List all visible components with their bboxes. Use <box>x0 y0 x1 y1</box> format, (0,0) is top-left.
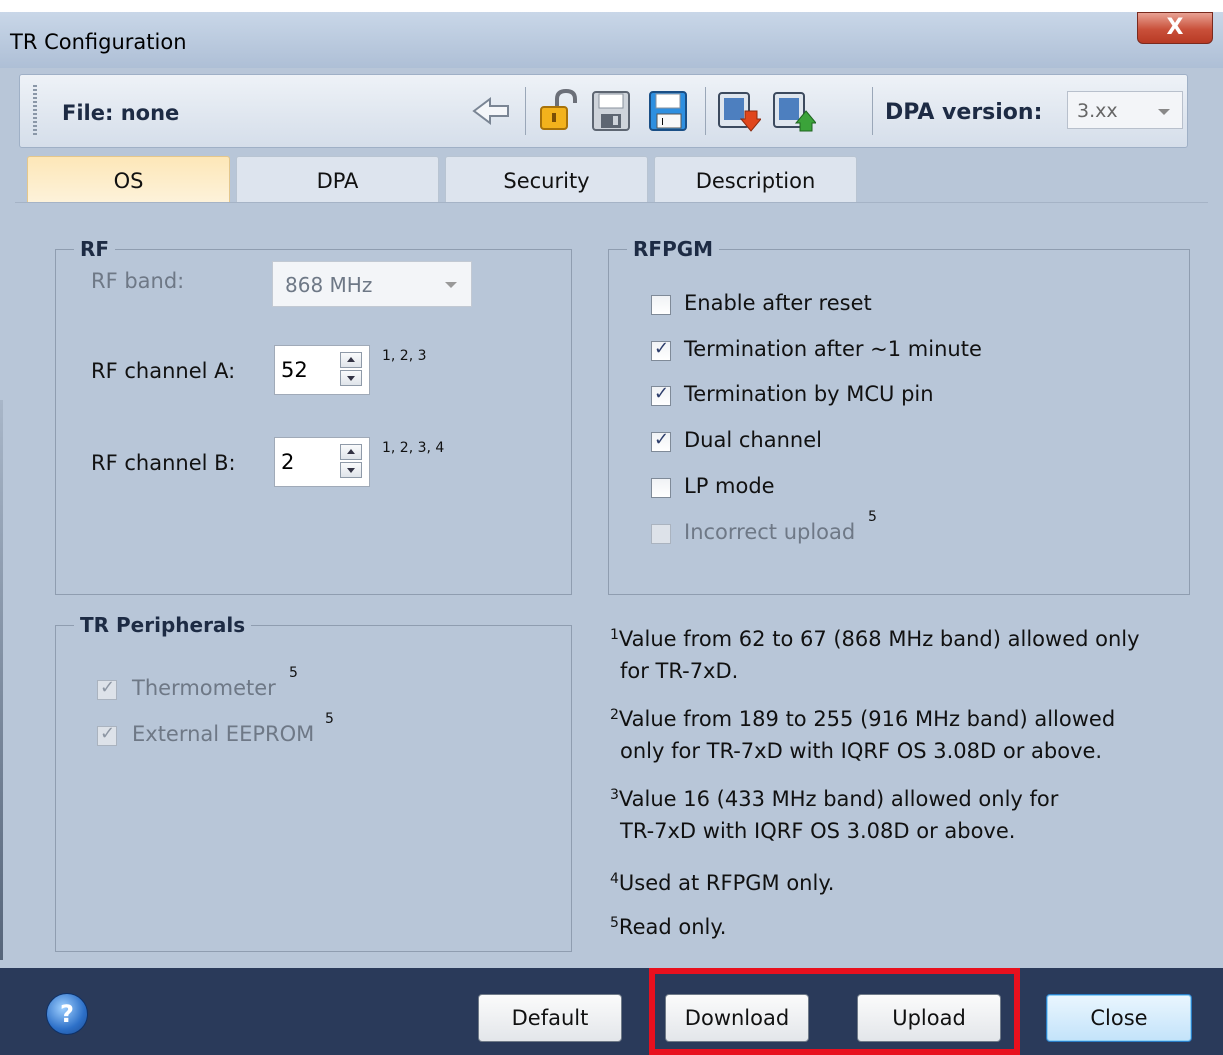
footnote-text: Used at RFPGM only. <box>618 871 835 895</box>
os-tab-panel: RF RF band: 868 MHz RF channel A: 52 1, … <box>15 202 1208 970</box>
spin-buttons <box>340 352 364 388</box>
rf-channel-a-spinbox[interactable]: 52 <box>274 345 370 395</box>
termination-after-1-minute-checkbox[interactable] <box>651 338 671 361</box>
incorrect-upload-label: Incorrect upload <box>684 520 856 544</box>
footnote-number: 5 <box>610 915 619 931</box>
footnote-text: TR-7xD with IQRF OS 3.08D or above. <box>620 819 1016 843</box>
rf-band-value: 868 MHz <box>285 273 373 297</box>
rfpgm-group-legend: RFPGM <box>633 237 714 261</box>
toolbar-separator <box>525 87 526 135</box>
incorrect-upload-footnote: 5 <box>868 509 877 525</box>
toolbar-grip[interactable] <box>33 85 37 137</box>
tab-os[interactable]: OS <box>27 156 230 206</box>
footnote-text: only for TR-7xD with IQRF OS 3.08D or ab… <box>620 739 1103 763</box>
external-eeprom-checkbox <box>97 723 117 746</box>
help-icon[interactable]: ? <box>46 993 88 1035</box>
back-arrow-icon[interactable] <box>468 89 514 133</box>
footnote-number: 3 <box>610 787 619 803</box>
toolbar: File: none I DPA version: 3.xx <box>19 74 1188 148</box>
footnote-1: 1Value from 62 to 67 (868 MHz band) allo… <box>610 623 1140 687</box>
rf-channel-b-footnotes: 1, 2, 3, 4 <box>382 440 445 456</box>
title-bar: TR Configuration X <box>0 12 1223 68</box>
footnote-text: Value 16 (433 MHz band) allowed only for <box>618 787 1059 811</box>
dual-channel-label[interactable]: Dual channel <box>684 428 822 452</box>
enable-after-reset-label[interactable]: Enable after reset <box>684 291 872 315</box>
window-edge <box>0 400 3 960</box>
download-to-module-icon[interactable] <box>715 89 763 133</box>
footnote-5: 5Read only. <box>610 911 726 943</box>
dpa-version-value: 3.xx <box>1077 100 1118 122</box>
tr-peripherals-group: TR Peripherals <box>55 613 572 952</box>
termination-by-mcu-pin-checkbox[interactable] <box>651 383 671 406</box>
rf-channel-a-footnotes: 1, 2, 3 <box>382 348 427 364</box>
tr-configuration-window: TR Configuration X File: none I DPA vers… <box>0 12 1223 1055</box>
rf-channel-b-value[interactable]: 2 <box>281 450 294 474</box>
rf-band-label: RF band: <box>91 269 185 293</box>
spin-buttons <box>340 444 364 480</box>
rf-channel-b-spinbox[interactable]: 2 <box>274 437 370 487</box>
spin-up-button[interactable] <box>340 352 362 368</box>
chevron-down-icon <box>445 282 457 288</box>
window-title: TR Configuration <box>10 30 187 54</box>
rf-channel-a-value[interactable]: 52 <box>281 358 308 382</box>
tr-peripherals-group-legend: TR Peripherals <box>80 613 246 637</box>
thermometer-checkbox <box>97 677 117 700</box>
save-icon[interactable] <box>588 89 634 133</box>
footnote-text: for TR-7xD. <box>620 659 739 683</box>
dpa-version-label: DPA version: <box>885 100 1043 125</box>
rf-channel-b-label: RF channel B: <box>91 451 236 475</box>
tab-security[interactable]: Security <box>445 156 648 204</box>
footnote-4: 4Used at RFPGM only. <box>610 867 834 899</box>
file-label: File: none <box>62 101 180 125</box>
tab-description[interactable]: Description <box>654 156 857 204</box>
termination-after-1-minute-label[interactable]: Termination after ~1 minute <box>684 337 982 361</box>
rf-group-legend: RF <box>80 237 110 261</box>
rf-channel-a-label: RF channel A: <box>91 359 236 383</box>
lp-mode-label[interactable]: LP mode <box>684 474 775 498</box>
dpa-version-select[interactable]: 3.xx <box>1067 91 1183 129</box>
close-button[interactable]: Close <box>1046 994 1192 1042</box>
chevron-down-icon <box>1158 109 1170 115</box>
incorrect-upload-checkbox <box>651 524 671 544</box>
toolbar-separator <box>872 87 873 135</box>
footnote-text: Read only. <box>618 915 727 939</box>
lp-mode-checkbox[interactable] <box>651 478 671 498</box>
thermometer-label: Thermometer <box>132 676 276 700</box>
download-upload-highlight <box>649 968 1020 1055</box>
svg-text:I: I <box>661 117 664 128</box>
spin-down-button[interactable] <box>340 462 362 478</box>
external-eeprom-footnote: 5 <box>325 711 334 727</box>
external-eeprom-label: External EEPROM <box>132 722 315 746</box>
footnote-2: 2Value from 189 to 255 (916 MHz band) al… <box>610 703 1115 767</box>
spin-up-button[interactable] <box>340 444 362 460</box>
footnote-number: 2 <box>610 707 619 723</box>
spin-down-button[interactable] <box>340 370 362 386</box>
tab-dpa[interactable]: DPA <box>236 156 439 204</box>
enable-after-reset-checkbox[interactable] <box>651 295 671 315</box>
default-button[interactable]: Default <box>478 994 622 1042</box>
thermometer-footnote: 5 <box>289 665 298 681</box>
toolbar-separator <box>705 87 706 135</box>
footnote-3: 3Value 16 (433 MHz band) allowed only fo… <box>610 783 1058 847</box>
footnote-text: Value from 189 to 255 (916 MHz band) all… <box>618 707 1116 731</box>
termination-by-mcu-pin-label[interactable]: Termination by MCU pin <box>684 382 934 406</box>
footnote-number: 4 <box>610 871 619 887</box>
footnote-number: 1 <box>610 627 619 643</box>
upload-from-module-icon[interactable] <box>770 89 818 133</box>
window-close-button[interactable]: X <box>1137 12 1213 44</box>
footnote-text: Value from 62 to 67 (868 MHz band) allow… <box>618 627 1140 651</box>
rf-band-select: 868 MHz <box>272 261 472 307</box>
unlock-icon[interactable] <box>535 88 581 133</box>
dual-channel-checkbox[interactable] <box>651 429 671 452</box>
save-as-icon[interactable]: I <box>645 89 691 133</box>
